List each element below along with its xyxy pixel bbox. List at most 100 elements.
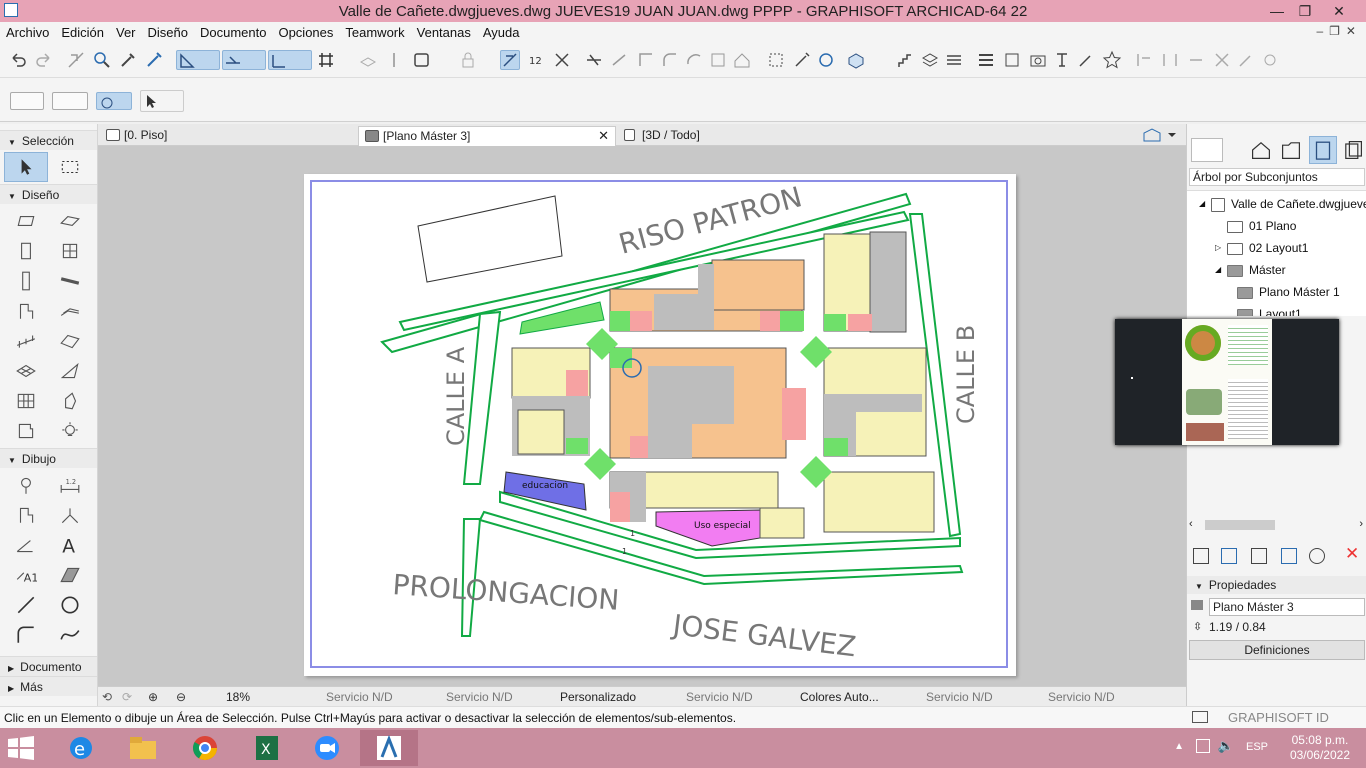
edit-icon[interactable] xyxy=(1076,50,1096,70)
new-master-icon[interactable] xyxy=(1251,548,1267,564)
network-icon[interactable] xyxy=(1196,739,1210,753)
railing-tool-icon[interactable] xyxy=(4,326,48,356)
design-3d-icon[interactable] xyxy=(846,50,882,70)
scroll-right-icon[interactable]: › xyxy=(1359,518,1363,530)
column-tool-icon[interactable] xyxy=(4,266,48,296)
new-folder-icon[interactable] xyxy=(1281,548,1297,564)
tree-view-dropdown[interactable]: Árbol por Subconjuntos xyxy=(1189,168,1365,186)
view-settings-icon[interactable] xyxy=(1002,50,1022,70)
window-preview-thumbnail[interactable] xyxy=(1115,319,1339,445)
view-map-icon[interactable] xyxy=(1249,138,1273,162)
split-icon[interactable] xyxy=(584,50,604,70)
drawing-section-header[interactable]: ▼ Dibujo xyxy=(0,448,97,468)
drawing-canvas[interactable]: educacion Uso especial 1 1 RISO PATRON C… xyxy=(98,146,1186,686)
internet-explorer-icon[interactable]: e xyxy=(52,730,110,766)
menu-teamwork[interactable]: Teamwork xyxy=(339,25,410,40)
layer-status-2[interactable]: Servicio N/D xyxy=(446,689,513,705)
marquee-type-selector[interactable] xyxy=(52,92,88,110)
master-layouts-icon[interactable] xyxy=(1309,136,1337,164)
stair-icon[interactable] xyxy=(896,50,916,70)
window-tool-icon[interactable] xyxy=(48,236,92,266)
chrome-icon[interactable] xyxy=(176,730,234,766)
collapse-arrow-icon[interactable]: ◢ xyxy=(1199,193,1205,215)
tree-item-layout1[interactable]: Layout1 xyxy=(1237,303,1302,316)
marquee-tool-icon[interactable] xyxy=(48,152,92,182)
delete-icon[interactable]: ✕ xyxy=(1345,544,1359,564)
grid-snap-icon[interactable] xyxy=(316,50,356,70)
more-section-header[interactable]: ▶ Más xyxy=(0,676,97,696)
adjust-icon[interactable] xyxy=(610,50,630,70)
pen-set-selector[interactable]: Colores Auto... xyxy=(800,689,879,705)
renovation-icon[interactable] xyxy=(384,50,404,70)
view-options-icon[interactable] xyxy=(1142,127,1176,143)
properties-header[interactable]: ▼ Propiedades xyxy=(1187,576,1366,594)
redo-icon[interactable] xyxy=(34,50,54,70)
mesh-tool-icon[interactable] xyxy=(4,356,48,386)
system-clock[interactable]: 05:08 p.m. 03/06/2022 xyxy=(1290,733,1350,763)
camera-icon[interactable] xyxy=(1028,50,1048,70)
tree-item-01-plano[interactable]: 01 Plano xyxy=(1227,215,1296,237)
spread-icon[interactable] xyxy=(1186,50,1206,70)
close-tab-icon[interactable]: ✕ xyxy=(598,127,609,145)
publisher-sets-icon[interactable] xyxy=(1341,138,1365,162)
edit-elements-icon[interactable] xyxy=(792,50,812,70)
zoom-icon[interactable] xyxy=(298,730,356,766)
expand-arrow-icon[interactable]: ▷ xyxy=(1215,237,1221,259)
minimize-button[interactable]: — xyxy=(1264,1,1290,21)
menu-documento[interactable]: Documento xyxy=(194,25,272,40)
label-tool-icon[interactable]: A1 xyxy=(4,560,48,590)
tree-item-master[interactable]: ◢ Máster xyxy=(1215,259,1286,281)
document-window-controls[interactable]: –❐✕ xyxy=(1317,24,1363,38)
menu-edicion[interactable]: Edición xyxy=(55,25,110,40)
layout-name-field[interactable]: Plano Máster 3 xyxy=(1209,598,1365,616)
layer-combinations-icon[interactable] xyxy=(976,50,996,70)
group-icon[interactable] xyxy=(766,50,786,70)
coordinates-icon[interactable] xyxy=(268,50,312,70)
undo-icon[interactable] xyxy=(8,50,28,70)
find-select-icon[interactable] xyxy=(92,50,112,70)
menu-ventanas[interactable]: Ventanas xyxy=(411,25,477,40)
zoom-level[interactable]: 18% xyxy=(226,689,250,705)
volume-icon[interactable]: 🔈 xyxy=(1218,738,1234,754)
door-tool-icon[interactable] xyxy=(4,236,48,266)
tree-item-02-layout1[interactable]: ▷ 02 Layout1 xyxy=(1215,237,1308,259)
roof-icon[interactable] xyxy=(732,50,752,70)
trace-icon[interactable] xyxy=(500,50,520,70)
new-subset-icon[interactable] xyxy=(1221,548,1237,564)
fit-in-window-icon[interactable]: ⊖ xyxy=(176,689,186,705)
lamp-tool-icon[interactable] xyxy=(48,416,92,446)
menu-ver[interactable]: Ver xyxy=(110,25,142,40)
arrow-tool-icon[interactable] xyxy=(4,152,48,182)
text-icon[interactable] xyxy=(1052,50,1072,70)
menu-archivo[interactable]: Archivo xyxy=(0,25,55,40)
model-view-custom[interactable]: Personalizado xyxy=(560,689,636,705)
layer-icon[interactable] xyxy=(358,50,378,70)
zoom-in-previous-icon[interactable]: ⟳ xyxy=(122,689,132,705)
graphisoft-id-label[interactable]: GRAPHISOFT ID xyxy=(1228,710,1329,725)
scroll-left-icon[interactable]: ‹ xyxy=(1189,518,1193,530)
layer-status-4[interactable]: Servicio N/D xyxy=(926,689,993,705)
close-button[interactable]: ✕ xyxy=(1326,1,1352,21)
elevation-tool-icon[interactable] xyxy=(4,500,48,530)
guide-lines-icon[interactable] xyxy=(176,50,220,70)
angle-dimension-tool-icon[interactable] xyxy=(4,530,48,560)
solid-operations-icon[interactable] xyxy=(816,50,836,70)
tab-floor-plan[interactable]: [0. Piso] xyxy=(100,126,356,146)
curtain-wall-tool-icon[interactable] xyxy=(4,386,48,416)
pick-up-icon[interactable] xyxy=(66,50,86,70)
dimension-tool-icon[interactable]: 1.2 xyxy=(48,470,92,500)
object-tool-icon[interactable] xyxy=(4,296,48,326)
panel-toggle-icon[interactable] xyxy=(1192,711,1208,723)
hatch-icon[interactable] xyxy=(944,50,964,70)
fillet-icon[interactable] xyxy=(660,50,680,70)
line-type-selector[interactable] xyxy=(10,92,44,110)
cross-icon[interactable] xyxy=(1212,50,1232,70)
file-explorer-icon[interactable] xyxy=(114,730,172,766)
layers-icon[interactable] xyxy=(920,50,940,70)
tree-horizontal-scrollbar[interactable]: ‹ › xyxy=(1187,516,1366,534)
scrollbar-thumb[interactable] xyxy=(1205,520,1275,530)
design-section-header[interactable]: ▼ Diseño xyxy=(0,184,97,204)
syringe-icon[interactable] xyxy=(144,50,164,70)
fill-tool-icon[interactable] xyxy=(48,560,92,590)
align-icon[interactable] xyxy=(1134,50,1154,70)
